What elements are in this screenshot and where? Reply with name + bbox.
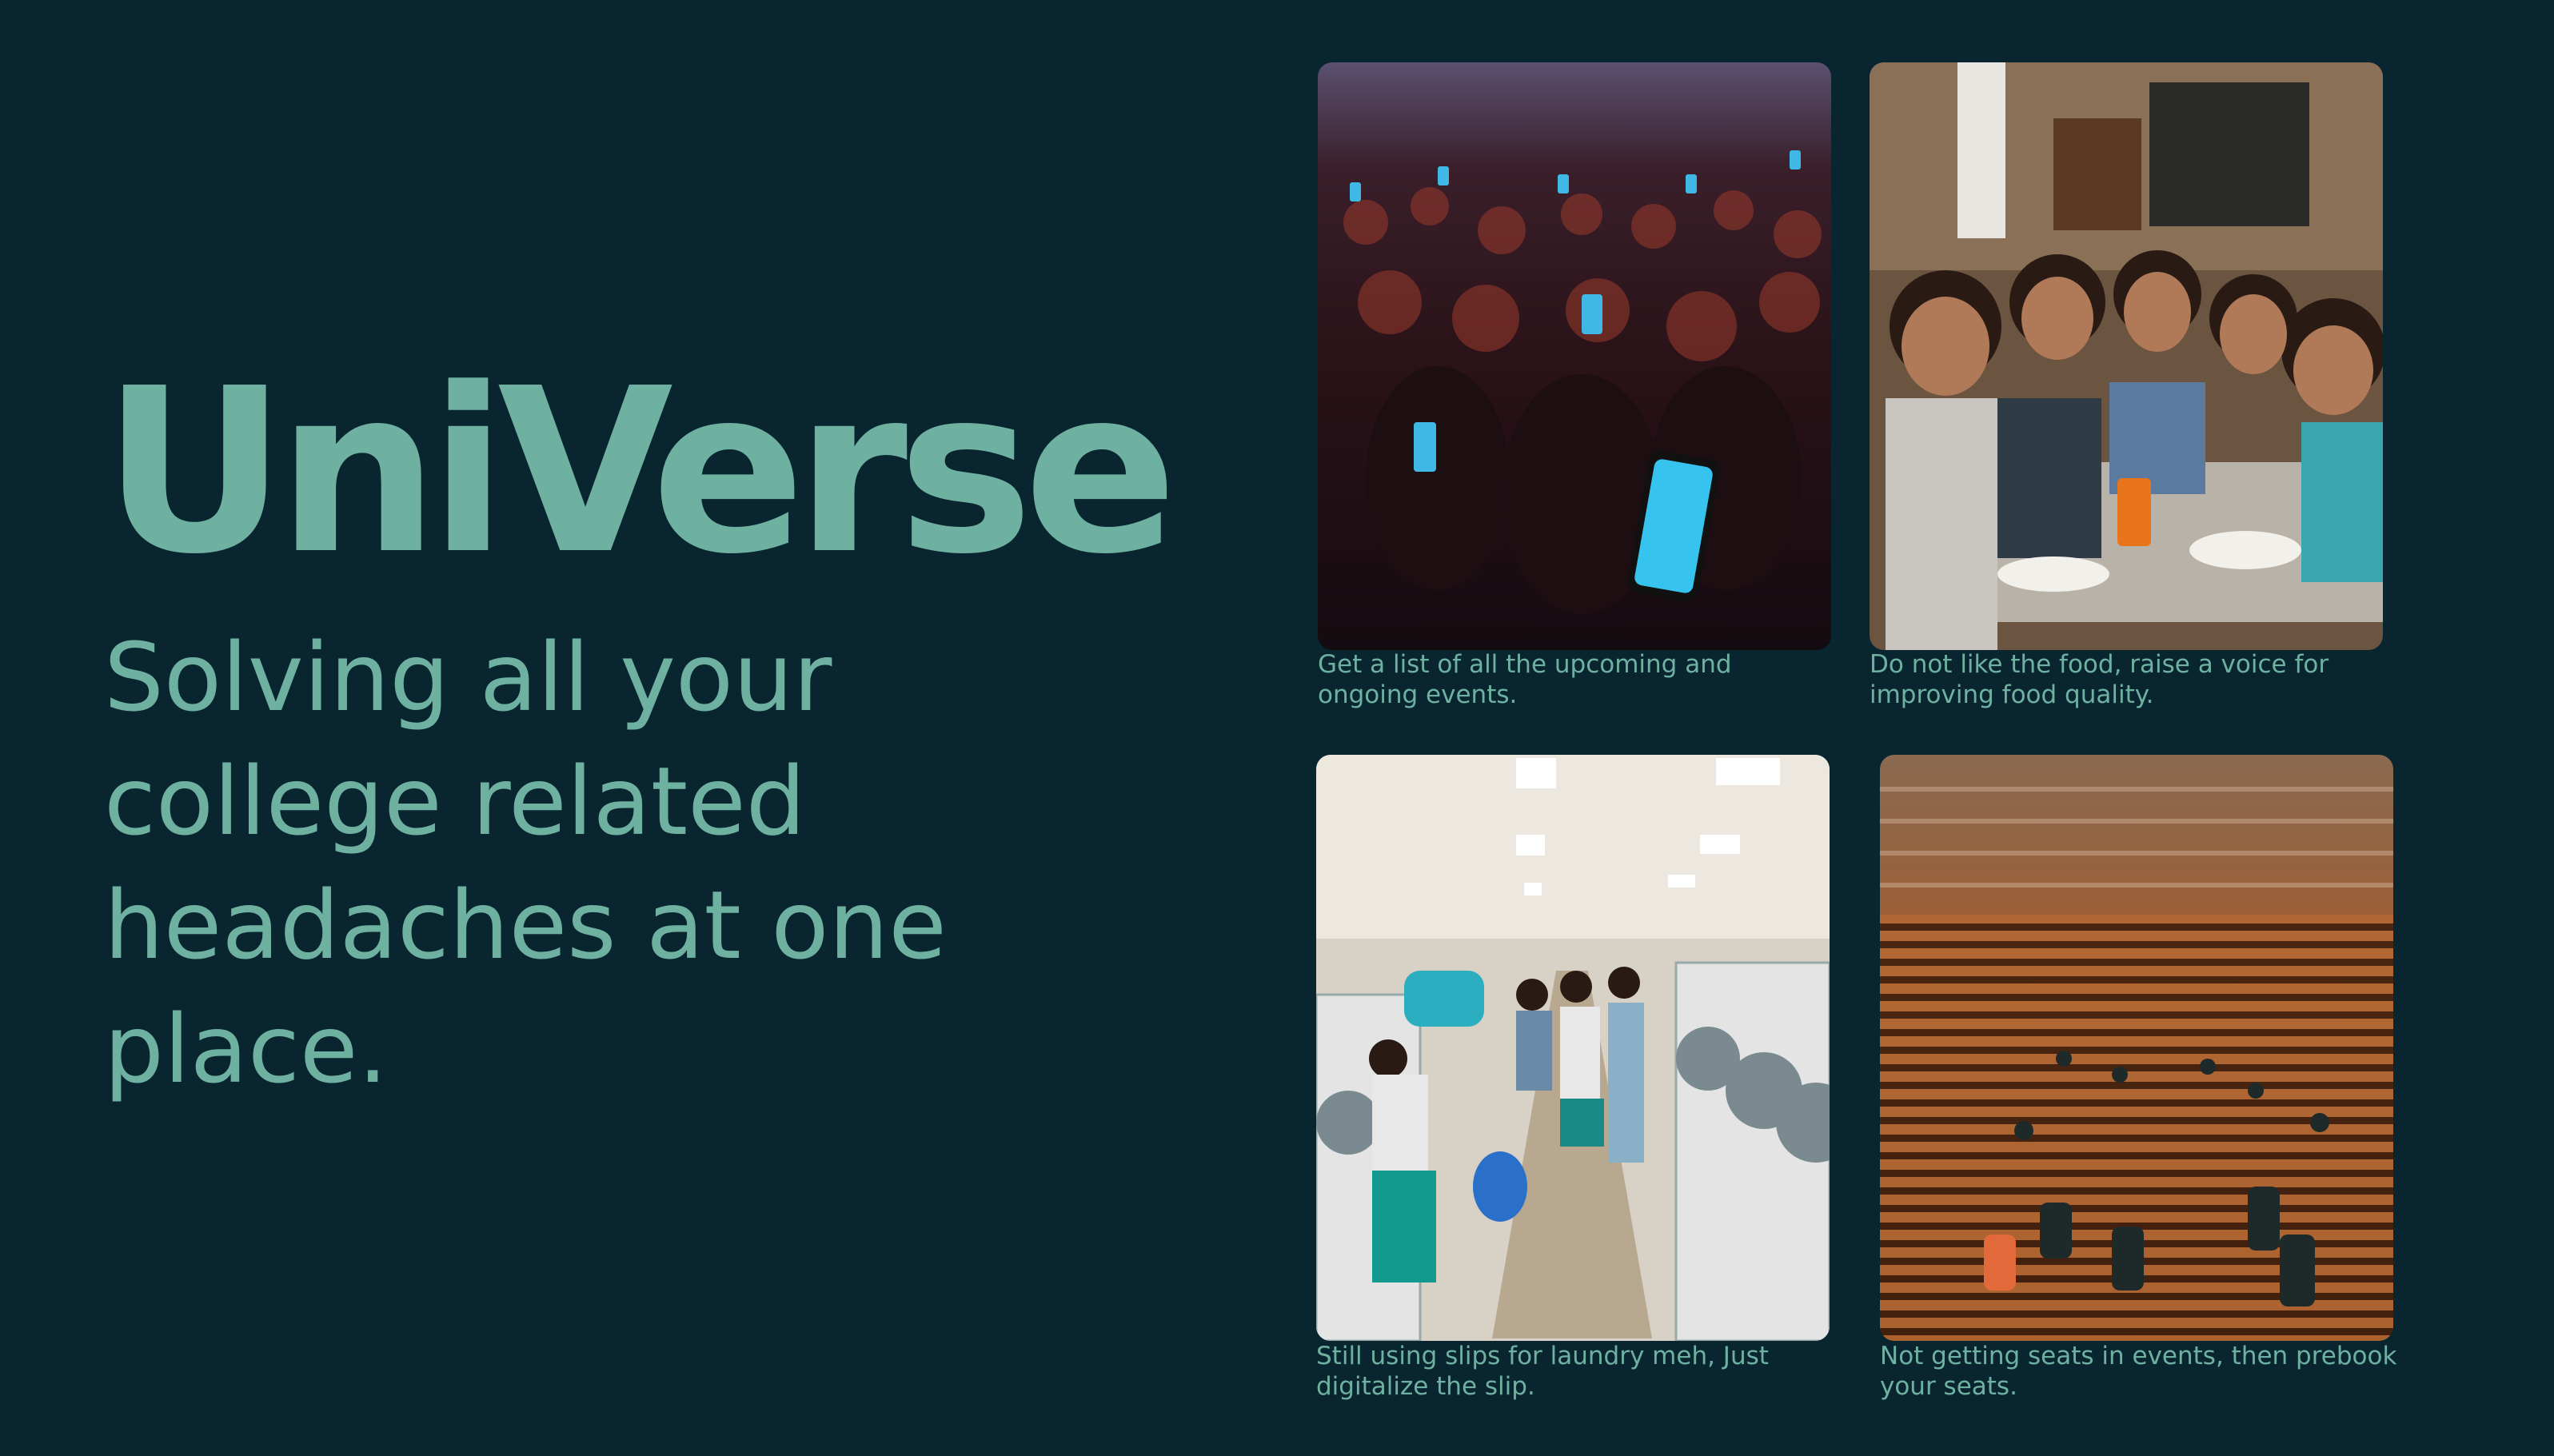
caption-laundry: Still using slips for laundry meh, Just … (1316, 1342, 1769, 1401)
mess-food-image (1870, 62, 2383, 650)
concert-crowd-image (1318, 62, 1831, 650)
tagline: Solving all your college related headach… (104, 622, 947, 1104)
auditorium-seats-image (1880, 755, 2393, 1341)
laundry-image (1316, 755, 1830, 1341)
caption-events: Get a list of all the upcoming and ongoi… (1318, 650, 1732, 709)
caption-seats: Not getting seats in events, then preboo… (1880, 1342, 2397, 1401)
page-title: UniVerse (102, 339, 1178, 604)
caption-food: Do not like the food, raise a voice for … (1870, 650, 2329, 709)
